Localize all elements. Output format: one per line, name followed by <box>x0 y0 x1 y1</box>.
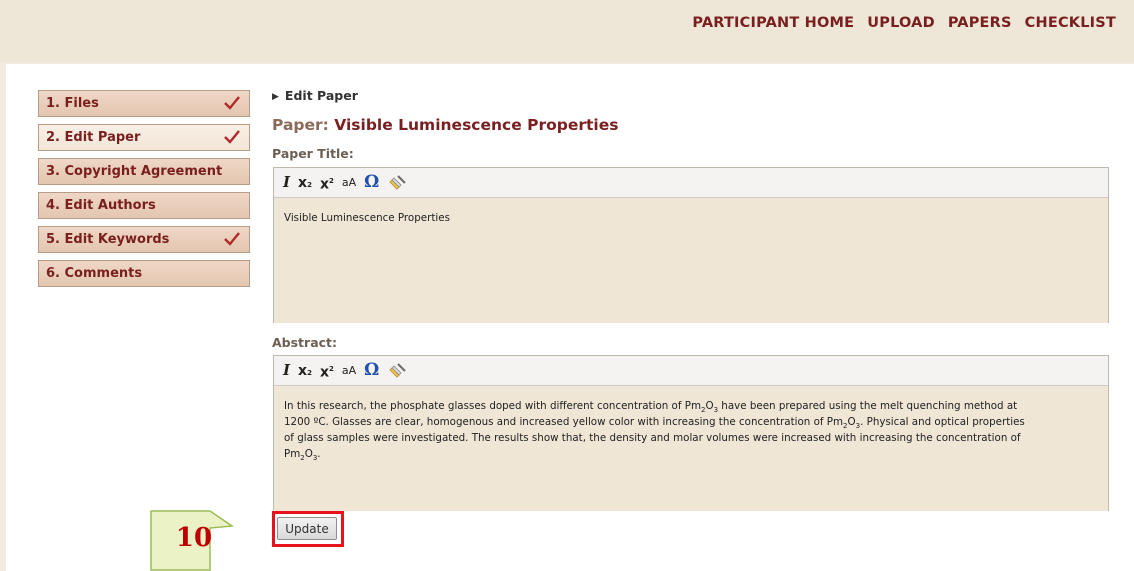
editor-toolbar: I x2 x2 aA Ω <box>274 168 1108 198</box>
triangle-right-icon: ▶ <box>272 92 279 102</box>
italic-button[interactable]: I <box>283 363 290 378</box>
abstract-text-2b: O <box>847 415 856 428</box>
abstract-editor: I x2 x2 aA Ω In this research, the phosp… <box>273 355 1109 511</box>
italic-button[interactable]: I <box>283 175 290 190</box>
subscript-label: x <box>298 362 308 379</box>
step-callout: 10 <box>150 510 238 571</box>
update-button[interactable]: Update <box>277 517 337 540</box>
superscript-mark: 2 <box>328 364 334 373</box>
subscript-button[interactable]: x2 <box>298 176 312 190</box>
step-label: 3. Copyright Agreement <box>46 164 223 179</box>
nav-checklist-link[interactable]: CHECKLIST <box>1025 15 1116 31</box>
superscript-mark: 2 <box>328 176 334 185</box>
superscript-button[interactable]: x2 <box>319 362 334 381</box>
checkmark-icon <box>224 130 240 144</box>
abstract-text-1c: have been prepared using the melt quench… <box>718 400 1018 412</box>
checkmark-icon <box>224 232 240 246</box>
change-case-button[interactable]: aA <box>342 177 356 188</box>
step-label: 6. Comments <box>46 266 143 281</box>
abstract-text-4c: . <box>317 447 321 460</box>
editor-toolbar: I x2 x2 aA Ω <box>274 356 1108 386</box>
abstract-text-1b: O <box>705 400 714 412</box>
paper-title-editor: I x2 x2 aA Ω Visible Luminescence Proper… <box>273 167 1109 323</box>
abstract-text-3: of glass samples were investigated. The … <box>284 431 1021 444</box>
callout-number: 10 <box>175 523 213 553</box>
subscript-button[interactable]: x2 <box>298 364 312 378</box>
abstract-text-4a: Pm <box>284 447 301 460</box>
subscript-mark: 2 <box>307 180 312 189</box>
page-title-prefix: Paper: <box>272 116 335 134</box>
abstract-text-2c: . Physical and optical properties <box>860 415 1025 428</box>
paper-title-input[interactable]: Visible Luminescence Properties <box>274 198 1108 323</box>
step-files[interactable]: 1. Files <box>38 90 250 117</box>
top-nav: PARTICIPANT HOME UPLOAD PAPERS CHECKLIST <box>692 15 1116 31</box>
checkmark-icon <box>224 96 240 110</box>
top-bar: PARTICIPANT HOME UPLOAD PAPERS CHECKLIST <box>0 0 1134 62</box>
content-panel: 1. Files 2. Edit Paper 3. Copyright Agre… <box>6 64 1134 571</box>
superscript-label: x <box>319 364 329 381</box>
page-title-paper-name: Visible Luminescence Properties <box>334 116 619 134</box>
superscript-label: x <box>319 176 329 193</box>
special-character-button[interactable]: Ω <box>364 362 379 379</box>
step-edit-authors[interactable]: 4. Edit Authors <box>38 192 250 219</box>
breadcrumb-label: Edit Paper <box>284 88 358 103</box>
special-character-button[interactable]: Ω <box>364 174 379 191</box>
clear-format-brush-icon[interactable] <box>387 174 407 192</box>
step-label: 1. Files <box>46 96 99 111</box>
breadcrumb: ▶ Edit Paper <box>272 88 358 103</box>
abstract-input[interactable]: In this research, the phosphate glasses … <box>274 386 1108 511</box>
abstract-text-2a: 1200 ºC. Glasses are clear, homogenous a… <box>284 415 844 428</box>
subscript-label: x <box>298 174 308 191</box>
superscript-button[interactable]: x2 <box>319 174 334 193</box>
step-label: 5. Edit Keywords <box>46 232 170 247</box>
page-title: Paper: Visible Luminescence Properties <box>272 116 619 134</box>
nav-participant-home-link[interactable]: PARTICIPANT HOME <box>692 15 854 31</box>
change-case-button[interactable]: aA <box>342 365 356 376</box>
step-copyright-agreement[interactable]: 3. Copyright Agreement <box>38 158 250 185</box>
update-highlight-box: Update <box>272 511 344 547</box>
step-label: 2. Edit Paper <box>46 130 141 145</box>
abstract-label: Abstract: <box>272 335 338 350</box>
step-edit-paper[interactable]: 2. Edit Paper <box>38 124 250 151</box>
nav-papers-link[interactable]: PAPERS <box>948 15 1012 31</box>
clear-format-brush-icon[interactable] <box>387 362 407 380</box>
nav-upload-link[interactable]: UPLOAD <box>867 15 935 31</box>
step-label: 4. Edit Authors <box>46 198 156 213</box>
step-comments[interactable]: 6. Comments <box>38 260 250 287</box>
abstract-text-1a: In this research, the phosphate glasses … <box>284 400 701 412</box>
abstract-text-4b: O <box>304 447 313 460</box>
main-area: ▶ Edit Paper Paper: Visible Luminescence … <box>272 64 1134 571</box>
step-edit-keywords[interactable]: 5. Edit Keywords <box>38 226 250 253</box>
steps-sidebar: 1. Files 2. Edit Paper 3. Copyright Agre… <box>38 90 250 294</box>
paper-title-label: Paper Title: <box>272 146 354 161</box>
subscript-mark: 2 <box>307 368 312 377</box>
